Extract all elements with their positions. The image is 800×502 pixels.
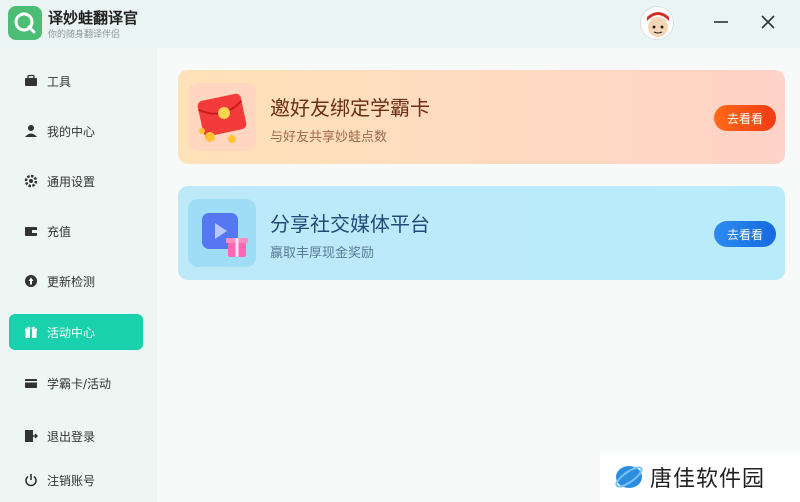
gift-icon: [23, 324, 39, 340]
sidebar-item-activity-center[interactable]: 活动中心: [9, 314, 143, 350]
power-icon: [23, 472, 39, 488]
sidebar-item-label: 学霸卡/活动: [47, 376, 112, 391]
sidebar-item-label: 充值: [47, 224, 72, 239]
watermark-logo-icon: [614, 462, 644, 492]
sidebar-item-label: 工具: [47, 74, 72, 89]
logout-icon: [23, 428, 39, 444]
card-title: 分享社交媒体平台: [270, 212, 430, 236]
toolbox-icon: [23, 73, 39, 89]
title-bar: 译妙蛙翻译官 你的随身翻译伴侣: [0, 0, 800, 48]
gear-icon: [23, 173, 39, 189]
sidebar-item-label: 我的中心: [47, 124, 96, 139]
sidebar-item-label: 更新检测: [47, 274, 96, 289]
activity-card-share[interactable]: 分享社交媒体平台 赢取丰厚现金奖励 去看看: [178, 186, 785, 280]
sidebar-item-tools[interactable]: 工具: [9, 63, 143, 99]
app-title: 译妙蛙翻译官: [48, 9, 139, 27]
watermark: 唐佳软件园: [600, 452, 800, 502]
sidebar-item-label: 通用设置: [47, 174, 96, 189]
card-title: 邀好友绑定学霸卡: [270, 96, 430, 120]
app-logo-icon: [8, 6, 42, 40]
sidebar-item-my-center[interactable]: 我的中心: [9, 113, 143, 149]
watermark-text: 唐佳软件园: [650, 467, 766, 492]
close-button[interactable]: [753, 8, 783, 36]
activity-card-invite[interactable]: 邀好友绑定学霸卡 与好友共享妙蛙点数 去看看: [178, 70, 785, 164]
sidebar-item-settings[interactable]: 通用设置: [9, 163, 143, 199]
sidebar-item-recharge[interactable]: 充值: [9, 213, 143, 249]
minimize-icon: [714, 21, 728, 23]
close-icon: [761, 15, 775, 29]
update-icon: [23, 273, 39, 289]
app-subtitle: 你的随身翻译伴侣: [48, 30, 121, 40]
sidebar-item-label: 退出登录: [47, 429, 96, 444]
sidebar-item-update-check[interactable]: 更新检测: [9, 263, 143, 299]
go-view-button[interactable]: 去看看: [714, 105, 776, 131]
sidebar: 工具 我的中心 通用设置 充值 更新检测 活动中心 学霸卡/活动 退出登录 注销…: [0, 48, 157, 502]
minimize-button[interactable]: [706, 8, 736, 36]
user-icon: [23, 123, 39, 139]
sidebar-item-label: 活动中心: [47, 325, 96, 340]
share-media-icon: [188, 199, 256, 267]
sidebar-item-logout[interactable]: 退出登录: [9, 418, 143, 454]
sidebar-item-delete-account[interactable]: 注销账号: [9, 462, 143, 498]
card-subtitle: 与好友共享妙蛙点数: [270, 130, 388, 145]
avatar[interactable]: [640, 6, 674, 40]
go-view-button[interactable]: 去看看: [714, 221, 776, 247]
main-content: 邀好友绑定学霸卡 与好友共享妙蛙点数 去看看 分享社交媒体平台 赢取丰厚现金奖励…: [157, 48, 800, 502]
red-envelope-icon: [188, 83, 256, 151]
wallet-icon: [23, 223, 39, 239]
card-icon: [23, 375, 39, 391]
card-subtitle: 赢取丰厚现金奖励: [270, 246, 375, 261]
sidebar-item-study-card[interactable]: 学霸卡/活动: [9, 365, 143, 401]
sidebar-item-label: 注销账号: [47, 473, 96, 488]
